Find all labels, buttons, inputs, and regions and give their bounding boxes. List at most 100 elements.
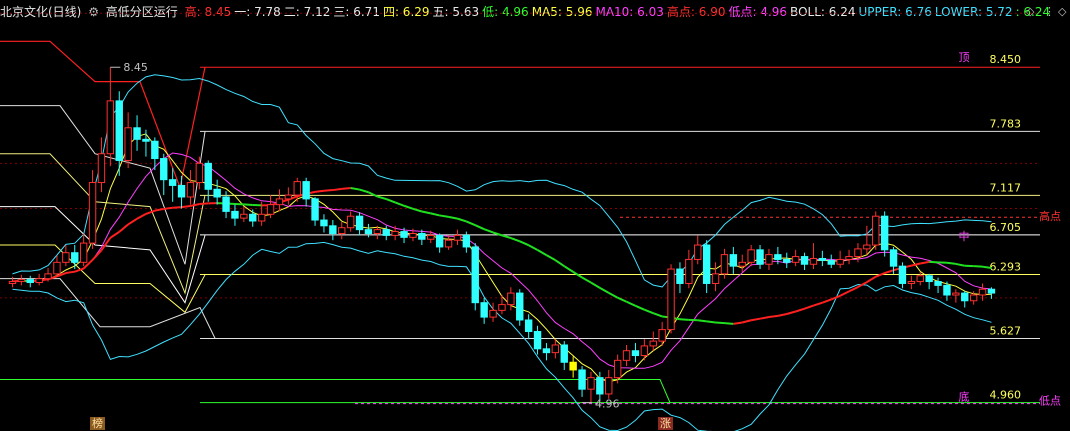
candle-body-10 (97, 153, 106, 184)
candle-body-88 (791, 256, 800, 263)
candle-body-58 (524, 319, 533, 333)
candle-body-41 (373, 229, 382, 234)
zone-low-step (0, 379, 671, 403)
boll-mid-seg-109 (973, 265, 983, 268)
boll-mid-seg-51 (457, 217, 467, 223)
boll-mid-seg-110 (982, 265, 992, 269)
boll-mid-seg-36 (323, 189, 333, 192)
boll-mid-seg-50 (448, 215, 458, 220)
candle-body-26 (240, 213, 248, 219)
boll-mid-seg-81 (724, 322, 734, 325)
candle-body-66 (596, 377, 604, 395)
candle-body-14 (133, 127, 141, 140)
boll-mid-seg-19 (172, 206, 182, 209)
candle-body-96 (863, 244, 871, 250)
candle-body-25 (231, 210, 239, 219)
candle-body-43 (391, 231, 399, 236)
candle-body-98 (880, 215, 889, 251)
boll-mid-seg-76 (679, 318, 689, 321)
price-chart[interactable]: 8.450 7.783 7.117 6.705 6.293 5.627 4.960 8.45 4… (0, 0, 1070, 431)
bottom-left-tag[interactable]: 榜 (90, 417, 105, 430)
boll-mid-seg-73 (652, 312, 663, 318)
candle-body-76 (685, 258, 693, 284)
annotation-top: 顶 (959, 51, 970, 64)
candle-body-103 (925, 275, 933, 283)
bottom-mid-tag[interactable]: 涨 (658, 417, 673, 430)
boll-mid-seg-104 (929, 260, 939, 264)
boll-mid-seg-103 (920, 260, 930, 265)
boll-mid-seg-52 (465, 220, 476, 227)
candle-body-104 (934, 281, 942, 286)
price-label-0: 8.45 (123, 61, 148, 74)
candle-body-60 (542, 348, 551, 354)
candle-body-63 (569, 361, 577, 371)
boll-mid-seg-86 (768, 314, 778, 319)
boll-mid-seg-13 (118, 223, 129, 233)
candle-body-48 (435, 234, 444, 248)
candle-body-38 (346, 215, 355, 229)
candle-body-61 (551, 344, 560, 354)
boll-mid-seg-16 (145, 209, 156, 215)
candle-body-52 (471, 246, 479, 304)
candle-body-4 (44, 273, 52, 280)
annotation-middle: 中 (959, 230, 970, 243)
candle-body-93 (836, 258, 844, 265)
boll-mid-seg-46 (412, 207, 423, 213)
boll-mid-seg-17 (154, 207, 164, 212)
candle-body-72 (649, 340, 657, 347)
boll-mid-seg-97 (866, 275, 877, 283)
boll-mid-seg-102 (911, 262, 921, 267)
candle-body-99 (889, 249, 898, 267)
boll-mid-seg-62 (554, 259, 565, 267)
boll-mid-seg-94 (839, 290, 850, 297)
candle-body-68 (613, 359, 622, 379)
candle-body-78 (702, 244, 711, 284)
candle-body-67 (605, 377, 613, 395)
candle-body-90 (809, 257, 818, 265)
boll-mid-seg-63 (563, 265, 574, 273)
candle-body-80 (720, 254, 729, 275)
boll-mid-seg-107 (955, 262, 965, 267)
candle-body-16 (151, 140, 159, 160)
annotation-high-point: 高点 (1039, 209, 1061, 223)
candle-body-73 (658, 329, 666, 342)
candle-body-6 (62, 252, 70, 263)
boll-mid-seg-65 (581, 276, 592, 284)
boll-mid-seg-59 (528, 244, 539, 251)
candle-body-85 (765, 254, 773, 265)
candle-body-3 (35, 278, 43, 284)
boll-mid-seg-41 (368, 191, 378, 198)
candle-body-77 (694, 244, 702, 260)
boll-mid-seg-87 (777, 313, 787, 317)
candle-body-7 (71, 252, 79, 263)
candle-body-5 (53, 261, 61, 275)
candle-body-87 (783, 258, 791, 263)
boll-mid-seg-40 (359, 188, 369, 194)
candle-body-40 (364, 229, 373, 234)
boll-mid-seg-58 (519, 240, 530, 247)
boll-mid-seg-67 (599, 287, 610, 294)
candle-body-22 (204, 162, 212, 190)
candle-body-9 (88, 182, 97, 244)
boll-mid-seg-92 (822, 298, 832, 304)
level-label-2: 7.117 (990, 181, 1022, 194)
boll-mid-seg-56 (501, 234, 512, 239)
boll-mid-seg-12 (109, 231, 120, 239)
price-label-1: 4.96 (595, 398, 620, 411)
boll-mid-seg-88 (786, 310, 796, 315)
boll-mid-seg-91 (813, 301, 823, 307)
candle-body-101 (907, 281, 916, 284)
boll-mid-seg-22 (199, 202, 209, 206)
boll-mid-seg-71 (635, 304, 645, 311)
candle-body-105 (943, 284, 951, 296)
candle-body-69 (622, 350, 631, 361)
boll-mid-seg-38 (341, 187, 351, 190)
candle-body-54 (489, 309, 497, 318)
boll-mid-seg-21 (190, 203, 200, 207)
candle-body-91 (818, 257, 827, 261)
candle-body-15 (142, 138, 150, 142)
zone-3-step (0, 206, 206, 304)
boll-mid-seg-42 (377, 195, 387, 200)
boll-mid-seg-85 (759, 316, 770, 320)
boll-mid-seg-89 (795, 307, 805, 313)
